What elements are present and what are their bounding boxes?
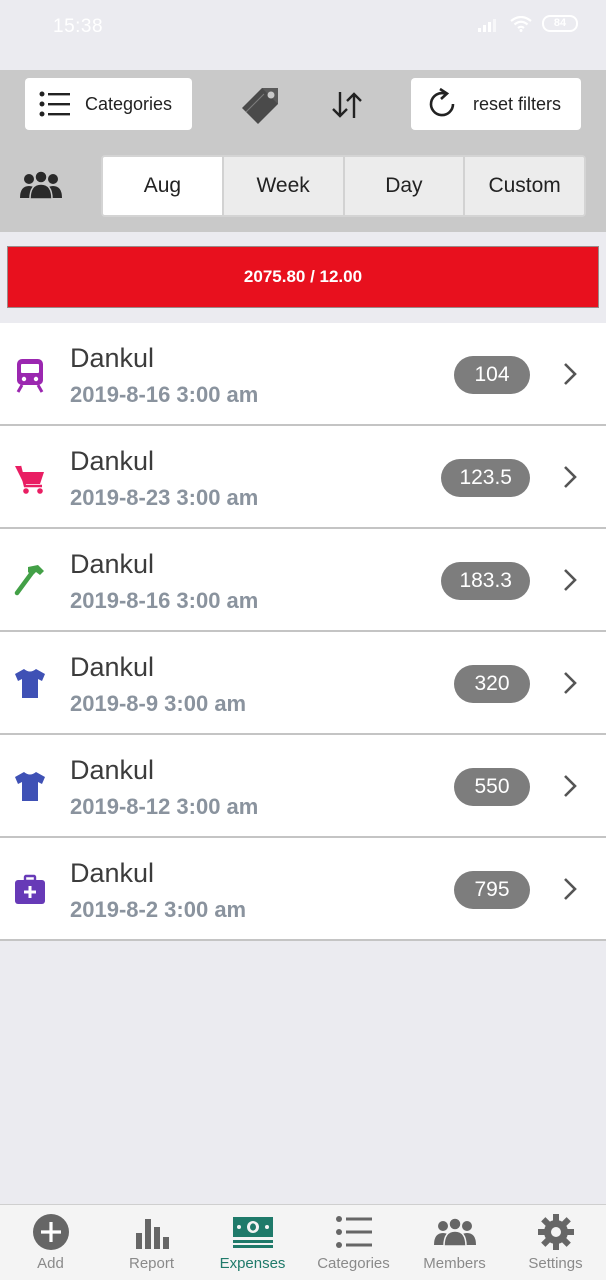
- tag-filter-button[interactable]: [238, 82, 284, 133]
- expense-title: Dankul: [70, 858, 155, 888]
- expense-title: Dankul: [70, 549, 155, 579]
- battery-indicator: 84: [542, 15, 578, 32]
- expense-date: 2019-8-23 3:00 am: [70, 485, 259, 510]
- expense-date: 2019-8-9 3:00 am: [70, 691, 247, 716]
- period-tab-aug[interactable]: Aug: [103, 157, 224, 215]
- reset-filters-button[interactable]: reset filters: [411, 78, 581, 130]
- nav-report-label: Report: [128, 1255, 175, 1272]
- money-icon: [232, 1217, 273, 1248]
- amount-badge: 320: [454, 665, 530, 703]
- nav-expenses-label: Expenses: [219, 1255, 286, 1272]
- list-icon: [335, 1216, 372, 1248]
- signal-icon: [478, 18, 496, 32]
- list-icon: [39, 91, 70, 117]
- nav-members[interactable]: Members: [404, 1205, 505, 1280]
- bottom-navigation: Add Report Expenses Categories Members S…: [0, 1204, 606, 1280]
- nav-expenses[interactable]: Expenses: [202, 1205, 303, 1280]
- chevron-right-icon: [564, 672, 577, 694]
- expense-row[interactable]: Dankul 2019-8-12 3:00 am 550: [0, 735, 606, 838]
- nav-members-label: Members: [423, 1255, 486, 1272]
- expense-date: 2019-8-16 3:00 am: [70, 588, 259, 613]
- cart-icon: [15, 465, 44, 494]
- period-tab-custom[interactable]: Custom: [465, 157, 584, 215]
- amount-badge: 183.3: [441, 562, 530, 600]
- status-icons: 84: [478, 15, 578, 32]
- expense-row[interactable]: Dankul 2019-8-23 3:00 am 123.5: [0, 426, 606, 529]
- nav-add-label: Add: [37, 1255, 64, 1272]
- shirt-icon: [15, 669, 45, 698]
- amount-badge: 123.5: [441, 459, 530, 497]
- train-icon: [16, 359, 44, 393]
- nav-categories-label: Categories: [317, 1255, 390, 1272]
- members-icon: [20, 170, 62, 200]
- nav-report[interactable]: Report: [101, 1205, 202, 1280]
- members-icon: [433, 1217, 476, 1247]
- categories-filter-label: Categories: [85, 93, 173, 114]
- members-filter-button[interactable]: [20, 170, 62, 205]
- budget-bar: 2075.80 / 12.00: [7, 246, 599, 308]
- status-bar: 15:38 84: [0, 0, 606, 70]
- add-circle-icon: [32, 1214, 69, 1250]
- refresh-icon: [429, 87, 455, 117]
- expense-row[interactable]: Dankul 2019-8-2 3:00 am 795: [0, 838, 606, 941]
- categories-filter-button[interactable]: Categories: [25, 78, 192, 130]
- amount-badge: 795: [454, 871, 530, 909]
- chevron-right-icon: [564, 466, 577, 488]
- chevron-right-icon: [564, 775, 577, 797]
- expense-title: Dankul: [70, 446, 155, 476]
- amount-badge: 104: [454, 356, 530, 394]
- chevron-right-icon: [564, 878, 577, 900]
- nav-categories[interactable]: Categories: [303, 1205, 404, 1280]
- period-tab-week[interactable]: Week: [223, 157, 345, 215]
- sort-button[interactable]: [330, 90, 364, 125]
- expense-date: 2019-8-12 3:00 am: [70, 794, 259, 819]
- expense-date: 2019-8-16 3:00 am: [70, 382, 259, 407]
- medkit-icon: [15, 874, 45, 904]
- expense-row[interactable]: Dankul 2019-8-16 3:00 am 183.3: [0, 529, 606, 632]
- chevron-right-icon: [564, 363, 577, 385]
- period-tab-day[interactable]: Day: [344, 157, 466, 215]
- sort-icon: [332, 92, 362, 118]
- wifi-icon: [510, 15, 532, 32]
- expense-title: Dankul: [70, 755, 155, 785]
- status-time: 15:38: [53, 16, 104, 37]
- expense-row[interactable]: Dankul 2019-8-16 3:00 am 104: [0, 323, 606, 426]
- reset-filters-label: reset filters: [473, 93, 562, 114]
- nav-add[interactable]: Add: [0, 1205, 101, 1280]
- nav-settings[interactable]: Settings: [505, 1205, 606, 1280]
- hammer-icon: [14, 565, 44, 596]
- expense-row[interactable]: Dankul 2019-8-9 3:00 am 320: [0, 632, 606, 735]
- nav-settings-label: Settings: [528, 1255, 583, 1272]
- shirt-icon: [15, 772, 45, 801]
- expense-list: Dankul 2019-8-16 3:00 am 104 Dankul 2019…: [0, 323, 606, 941]
- expense-date: 2019-8-2 3:00 am: [70, 897, 247, 922]
- gear-icon: [537, 1214, 574, 1250]
- period-selector: Aug Week Day Custom: [101, 155, 586, 217]
- amount-badge: 550: [454, 768, 530, 806]
- bar-chart-icon: [135, 1219, 169, 1249]
- expense-title: Dankul: [70, 343, 155, 373]
- expense-title: Dankul: [70, 652, 155, 682]
- chevron-right-icon: [564, 569, 577, 591]
- filter-toolbar: Categories reset filters Aug Week Day Cu…: [0, 70, 606, 232]
- tag-icon: [242, 88, 278, 124]
